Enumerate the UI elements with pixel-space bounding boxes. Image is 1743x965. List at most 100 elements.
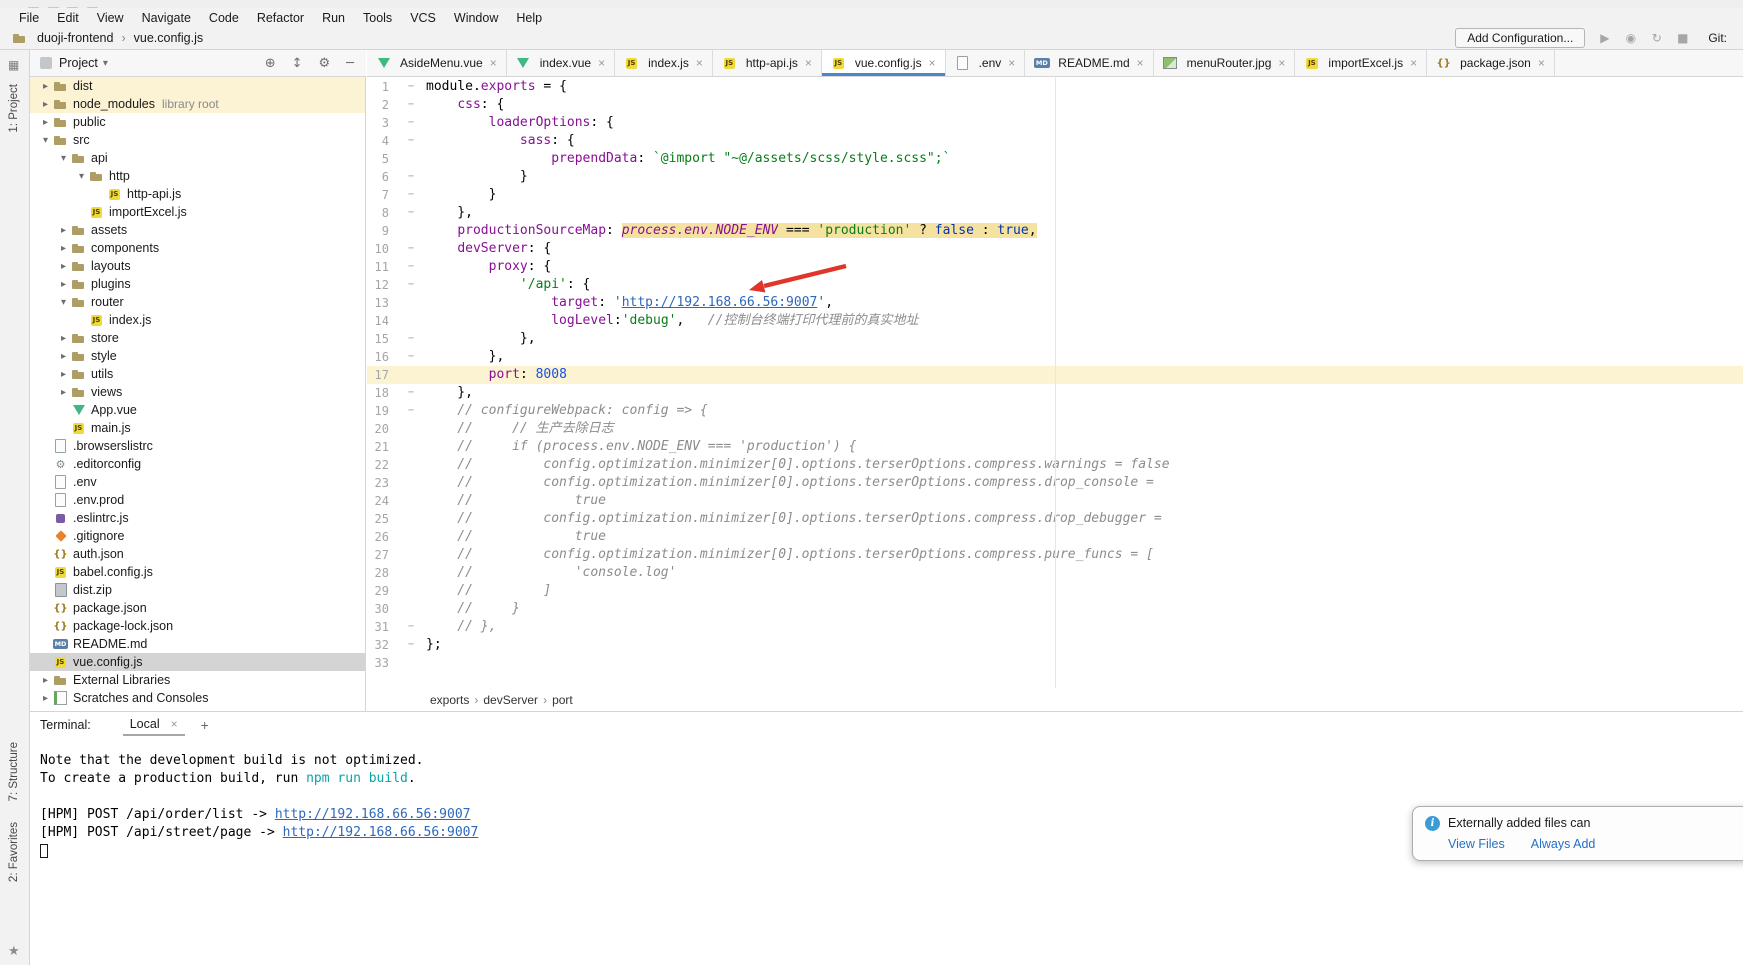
close-icon[interactable]: × (696, 56, 703, 70)
chevron-right-icon[interactable]: ▸ (56, 387, 71, 398)
tree-item-assets[interactable]: ▸assets (30, 221, 365, 239)
fold-marker[interactable]: − (393, 258, 423, 276)
collapse-all-icon[interactable]: ↕ (292, 56, 303, 71)
chevron-right-icon[interactable]: ▸ (56, 243, 71, 254)
editor-breadcrumb-exports[interactable]: exports (427, 693, 472, 707)
close-icon[interactable]: × (1410, 56, 1417, 70)
hide-panel-icon[interactable]: ─ (346, 56, 354, 71)
tab-index-vue[interactable]: index.vue× (507, 50, 615, 76)
menu-item-vcs[interactable]: VCS (401, 10, 445, 26)
chevron-down-icon[interactable]: ▾ (103, 58, 108, 69)
tree-item-babel-config-js[interactable]: babel.config.js (30, 563, 365, 581)
tool-window-grid-icon[interactable]: ▦ (8, 58, 19, 72)
menu-item-help[interactable]: Help (507, 10, 551, 26)
tree-item-public[interactable]: ▸public (30, 113, 365, 131)
menu-item-edit[interactable]: Edit (48, 10, 88, 26)
close-icon[interactable]: × (598, 56, 605, 70)
close-icon[interactable]: × (171, 717, 178, 731)
tree-item-http-api-js[interactable]: http-api.js (30, 185, 365, 203)
chevron-right-icon[interactable]: ▸ (56, 261, 71, 272)
chevron-right-icon[interactable]: ▸ (38, 693, 53, 704)
fold-marker[interactable]: − (393, 618, 423, 636)
tree-item-external-libraries[interactable]: ▸External Libraries (30, 671, 365, 689)
tree-item-layouts[interactable]: ▸layouts (30, 257, 365, 275)
fold-marker[interactable]: − (393, 204, 423, 222)
fold-marker[interactable]: − (393, 78, 423, 96)
tab-importexcel-js[interactable]: importExcel.js× (1295, 50, 1427, 76)
star-icon[interactable]: ★ (8, 944, 20, 959)
tab-vue-config-js[interactable]: vue.config.js× (822, 50, 946, 76)
menu-item-run[interactable]: Run (313, 10, 354, 26)
menu-item-view[interactable]: View (88, 10, 133, 26)
close-icon[interactable]: × (929, 56, 936, 70)
tree-item-store[interactable]: ▸store (30, 329, 365, 347)
tree-item-package-json[interactable]: package.json (30, 599, 365, 617)
menu-item-navigate[interactable]: Navigate (133, 10, 200, 26)
chevron-right-icon[interactable]: ▸ (38, 99, 53, 110)
tree-item-eslintrc-js[interactable]: .eslintrc.js (30, 509, 365, 527)
close-icon[interactable]: × (1278, 56, 1285, 70)
tab-http-api-js[interactable]: http-api.js× (713, 50, 822, 76)
tree-item-dist[interactable]: ▸dist (30, 77, 365, 95)
fold-marker[interactable]: − (393, 330, 423, 348)
tree-item-router[interactable]: ▾router (30, 293, 365, 311)
tool-window-project-button[interactable]: 1: Project (8, 84, 20, 133)
tree-item-editorconfig[interactable]: .editorconfig (30, 455, 365, 473)
tree-item-readme-md[interactable]: README.md (30, 635, 365, 653)
add-configuration-button[interactable]: Add Configuration... (1455, 28, 1585, 48)
tree-item-style[interactable]: ▸style (30, 347, 365, 365)
tree-item-scratches-and-consoles[interactable]: ▸Scratches and Consoles (30, 689, 365, 707)
chevron-right-icon[interactable]: ▸ (38, 81, 53, 92)
tree-item-auth-json[interactable]: auth.json (30, 545, 365, 563)
close-icon[interactable]: × (1137, 56, 1144, 70)
tree-item-components[interactable]: ▸components (30, 239, 365, 257)
breadcrumb-item-vue-config-js[interactable]: vue.config.js (132, 31, 205, 45)
fold-marker[interactable]: − (393, 186, 423, 204)
fold-marker[interactable]: − (393, 240, 423, 258)
chevron-right-icon[interactable]: ▸ (56, 333, 71, 344)
tree-item-app-vue[interactable]: App.vue (30, 401, 365, 419)
stop-button[interactable]: ■ (1675, 31, 1690, 45)
close-icon[interactable]: × (490, 56, 497, 70)
chevron-right-icon[interactable]: ▸ (56, 279, 71, 290)
tree-item-utils[interactable]: ▸utils (30, 365, 365, 383)
fold-marker[interactable]: − (393, 114, 423, 132)
fold-marker[interactable]: − (393, 348, 423, 366)
tool-window-favorites-button[interactable]: 2: Favorites (8, 822, 20, 882)
tree-item-index-js[interactable]: index.js (30, 311, 365, 329)
fold-marker[interactable]: − (393, 402, 423, 420)
fold-marker[interactable]: − (393, 132, 423, 150)
tree-item-http[interactable]: ▾http (30, 167, 365, 185)
tab-index-js[interactable]: index.js× (615, 50, 713, 76)
editor-breadcrumb-devserver[interactable]: devServer (480, 693, 541, 707)
close-icon[interactable]: × (1538, 56, 1545, 70)
tree-item-src[interactable]: ▾src (30, 131, 365, 149)
fold-marker[interactable]: − (393, 636, 423, 654)
chevron-down-icon[interactable]: ▾ (56, 153, 71, 164)
tree-item-node-modules[interactable]: ▸node_moduleslibrary root (30, 95, 365, 113)
fold-marker[interactable]: − (393, 96, 423, 114)
chevron-down-icon[interactable]: ▾ (74, 171, 89, 182)
tab-asidemenu-vue[interactable]: AsideMenu.vue× (367, 50, 507, 76)
terminal-tab-local[interactable]: Local × (123, 714, 185, 736)
menu-item-file[interactable]: File (10, 10, 48, 26)
terminal-link[interactable]: http://192.168.66.56:9007 (275, 807, 471, 822)
tree-item-env-prod[interactable]: .env.prod (30, 491, 365, 509)
menu-item-tools[interactable]: Tools (354, 10, 401, 26)
chevron-down-icon[interactable]: ▾ (56, 297, 71, 308)
tool-window-structure-button[interactable]: 7: Structure (8, 742, 20, 801)
chevron-down-icon[interactable]: ▾ (38, 135, 53, 146)
notification-action-always-add[interactable]: Always Add (1531, 837, 1596, 851)
close-icon[interactable]: × (1008, 56, 1015, 70)
tree-item-browserslistrc[interactable]: .browserslistrc (30, 437, 365, 455)
gear-icon[interactable]: ⚙ (319, 56, 331, 71)
tree-item-plugins[interactable]: ▸plugins (30, 275, 365, 293)
chevron-right-icon[interactable]: ▸ (56, 369, 71, 380)
tree-item-views[interactable]: ▸views (30, 383, 365, 401)
terminal-link[interactable]: http://192.168.66.56:9007 (283, 825, 479, 840)
menu-item-code[interactable]: Code (200, 10, 248, 26)
locate-file-icon[interactable]: ⊕ (265, 56, 276, 71)
notification-action-view-files[interactable]: View Files (1448, 837, 1505, 851)
tree-item-env[interactable]: .env (30, 473, 365, 491)
breadcrumb-item-duoji-frontend[interactable]: duoji-frontend (35, 31, 115, 45)
